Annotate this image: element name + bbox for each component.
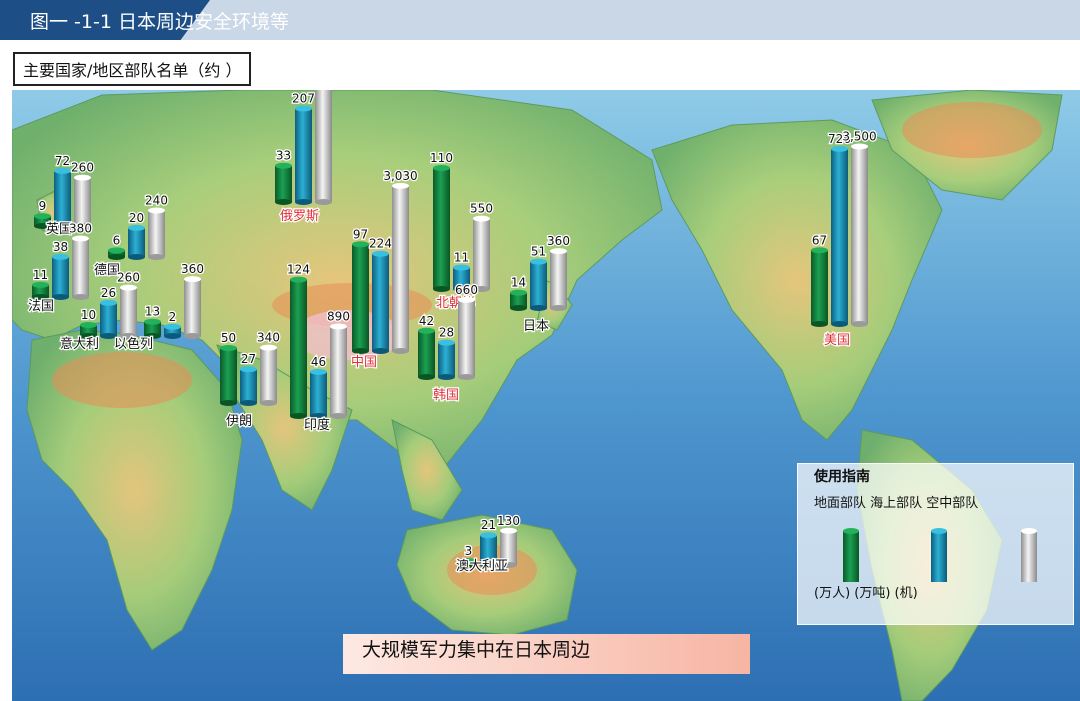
value-label: 11: [454, 250, 469, 264]
value-label: 890: [327, 310, 350, 324]
value-label: 360: [547, 234, 570, 248]
value-label: 27: [241, 352, 256, 366]
country-label: 法国: [28, 299, 54, 314]
value-label: 260: [117, 271, 140, 285]
value-label: 2: [169, 310, 177, 324]
value-label: 14: [511, 276, 526, 290]
value-label: 3: [465, 544, 473, 558]
bar-air: [315, 90, 332, 205]
country-label: 日本: [523, 319, 549, 334]
value-label: 51: [531, 245, 546, 259]
value-label: 28: [439, 326, 454, 340]
value-label: 240: [145, 194, 168, 208]
bar-sea: [438, 339, 455, 380]
banner-text: 大规模军力集中在日本周边: [362, 639, 591, 661]
value-label: 72: [55, 154, 70, 168]
country-label: 美国: [824, 333, 850, 348]
bar-air: [473, 215, 490, 292]
value-label: 380: [69, 222, 92, 236]
bar-ground: [220, 345, 237, 406]
value-label: 42: [419, 314, 434, 328]
bar-ground: [275, 162, 292, 205]
bar-sea: [831, 145, 848, 327]
caption-banner: 大规模军力集中在日本周边: [343, 634, 750, 674]
bar-air: [260, 344, 277, 406]
header-bar: 图一 -1-1 日本周边安全环境等: [0, 0, 1080, 40]
legend-panel: 使用指南 地面部队 海上部队 空中部队 (万人) (万吨) (机): [797, 463, 1074, 625]
bar-sea: [52, 253, 69, 300]
bar-sea: [54, 167, 71, 229]
bar-ground: [352, 241, 369, 354]
bar-sea: [100, 299, 117, 339]
bar-air: [851, 143, 868, 327]
bar-ground: [433, 165, 450, 292]
value-label: 38: [53, 240, 68, 254]
page-title: 图一 -1-1 日本周边安全环境等: [30, 11, 289, 33]
country-label: 意大利: [60, 336, 99, 352]
bar-ground: [418, 327, 435, 380]
bar-air: [120, 284, 137, 339]
value-label: 550: [470, 202, 493, 216]
bar-air: [148, 207, 165, 260]
value-label: 130: [497, 514, 520, 528]
value-label: 20: [129, 211, 144, 225]
country-label: 澳大利亚: [456, 558, 508, 574]
value-label: 110: [430, 151, 453, 165]
value-label: 660: [455, 283, 478, 297]
value-label: 124: [287, 263, 310, 277]
value-label: 340: [257, 331, 280, 345]
value-label: 67: [812, 233, 827, 247]
subtitle-box: 主要国家/地区部队名单（约 ）: [13, 52, 252, 86]
country-label: 俄罗斯: [280, 209, 319, 224]
bar-sea: [372, 250, 389, 354]
value-label: 11: [33, 268, 48, 282]
value-label: 21: [481, 518, 496, 532]
country-label: 中国: [351, 355, 377, 370]
legend-air-swatch: [1021, 528, 1037, 582]
value-label: 207: [292, 91, 315, 105]
value-label: 6: [113, 233, 121, 247]
country-label: 印度: [304, 417, 330, 433]
bar-air: [330, 323, 347, 419]
value-label: 10: [81, 308, 96, 322]
value-label: 46: [311, 355, 326, 369]
legend-sea-swatch: [931, 528, 947, 582]
bar-air: [392, 182, 409, 354]
value-label: 3,030: [383, 169, 417, 183]
legend-swatches: [843, 528, 1037, 582]
value-label: 9: [39, 199, 47, 213]
value-label: 50: [221, 331, 236, 345]
value-label: 224: [369, 237, 392, 251]
bar-sea: [164, 323, 181, 339]
country-label: 以色列: [114, 336, 153, 352]
bar-ground: [290, 276, 307, 419]
country-label: 韩国: [433, 388, 459, 403]
value-label: 260: [71, 161, 94, 175]
value-label: 26: [101, 286, 116, 300]
value-label: 33: [276, 149, 291, 163]
value-label: 13: [145, 305, 160, 319]
bar-air: [184, 276, 201, 339]
bar-ground: [32, 281, 49, 300]
legend-ground-swatch: [843, 528, 859, 582]
bar-air: [550, 248, 567, 311]
bar-ground: [811, 247, 828, 327]
country-label: 伊朗: [226, 414, 252, 429]
bar-ground: [108, 247, 125, 260]
value-label: 360: [181, 262, 204, 276]
bar-ground: [510, 289, 527, 311]
bar-sea: [530, 258, 547, 311]
bar-ground: [144, 318, 161, 339]
bar-sea: [128, 224, 145, 260]
bar-sea: [310, 368, 327, 419]
bar-air: [72, 235, 89, 300]
bar-sea: [240, 366, 257, 406]
value-label: 3,500: [842, 130, 876, 144]
bar-sea: [295, 105, 312, 205]
bar-air: [458, 296, 475, 380]
value-label: 97: [353, 227, 368, 241]
